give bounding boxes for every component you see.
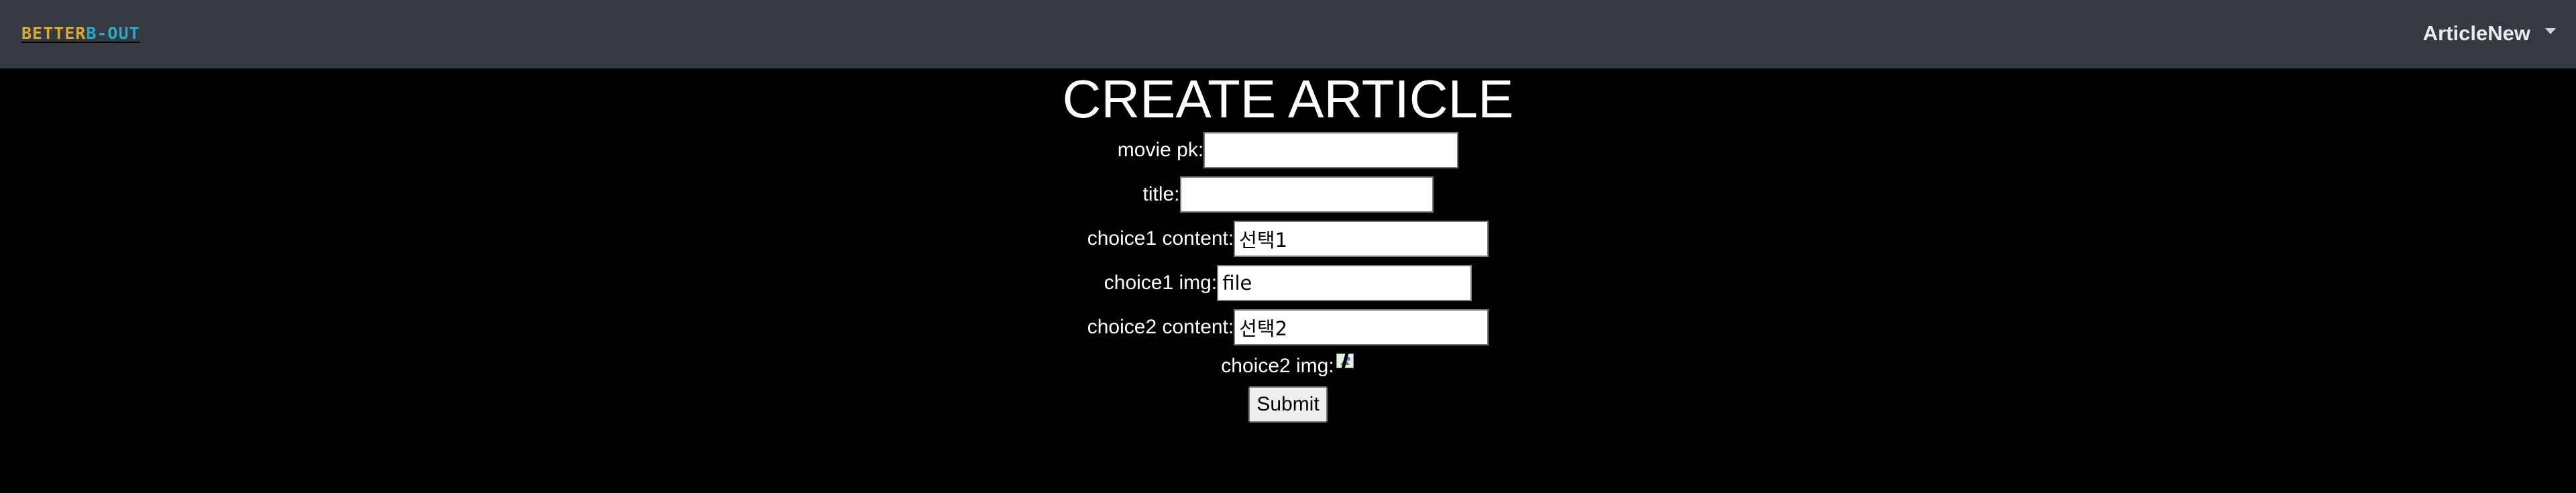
submit-row: Submit [0,386,2576,423]
movie-pk-input[interactable] [1203,132,1459,168]
choice1-img-input[interactable] [1217,265,1472,301]
choice2-img-label: choice2 img: [1221,355,1334,377]
choice2-content-input[interactable] [1234,309,1489,345]
brand-logo[interactable]: BETTER B-OUT [21,23,140,43]
main-content: CREATE ARTICLE movie pk: title: choice1 … [0,68,2576,493]
choice1-content-input[interactable] [1234,221,1489,257]
choice1-content-row: choice1 content: [0,220,2576,258]
submit-button[interactable]: Submit [1248,386,1328,423]
choice2-img-row: choice2 img: [0,352,2576,380]
page-title: CREATE ARTICLE [1062,69,1514,129]
user-dropdown-toggle[interactable]: ArticleNew [2423,20,2556,47]
top-navbar: BETTER B-OUT ArticleNew [0,0,2576,68]
choice2-content-row: choice2 content: [0,309,2576,346]
create-article-form: movie pk: title: choice1 content: choice… [0,131,2576,423]
movie-pk-row: movie pk: [0,131,2576,169]
brand-logo-part2: B-OUT [86,23,140,43]
choice1-img-label: choice1 img: [1104,272,1218,294]
caret-down-icon [2545,28,2556,34]
broken-image-icon [1335,352,1355,372]
title-input[interactable] [1179,176,1434,213]
brand-logo-part1: BETTER [21,23,87,43]
choice1-content-label: choice1 content: [1087,227,1234,250]
movie-pk-label: movie pk: [1117,139,1204,161]
title-label: title: [1142,183,1180,205]
user-dropdown-label: ArticleNew [2422,21,2530,45]
choice1-img-row: choice1 img: [0,264,2576,302]
choice2-content-label: choice2 content: [1087,316,1234,338]
title-row: title: [0,176,2576,213]
